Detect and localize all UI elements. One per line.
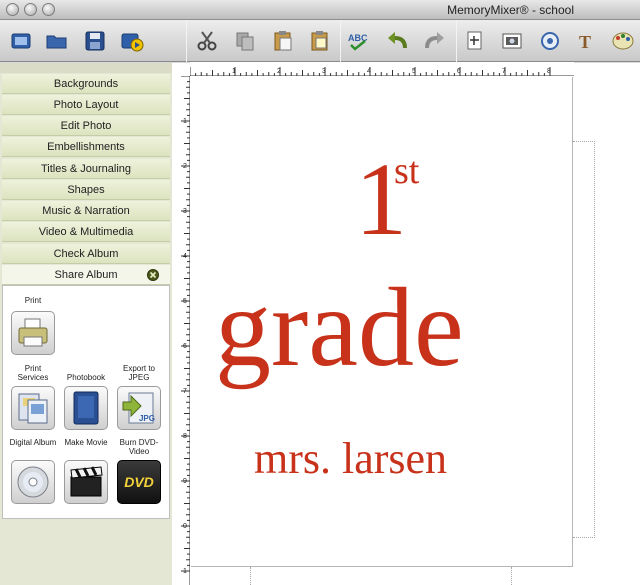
digital-album-label: Digital Album bbox=[9, 438, 57, 447]
ruler-label: 1 bbox=[183, 568, 187, 575]
print-services-label: Print Services bbox=[17, 364, 49, 382]
sidebar-item-share-album[interactable]: Share Album bbox=[2, 265, 170, 285]
ruler-label: 6 bbox=[183, 343, 187, 350]
clapperboard-icon[interactable] bbox=[64, 460, 108, 504]
open-folder-icon[interactable] bbox=[44, 28, 70, 54]
sidebar-item-embellishments[interactable]: Embellishments bbox=[2, 137, 170, 157]
print-label: Print bbox=[24, 296, 42, 305]
ruler-label: 4 bbox=[367, 68, 371, 75]
ruler-label: 7 bbox=[183, 388, 187, 395]
ruler-label: 1 bbox=[232, 68, 236, 75]
ruler-label: 5 bbox=[412, 68, 416, 75]
title-ordinal-text[interactable]: st bbox=[394, 152, 419, 190]
new-page-icon[interactable] bbox=[8, 28, 34, 54]
jpg-text: JPG bbox=[138, 414, 155, 423]
app-window: MemoryMixer® - school ABC T Backgrounds … bbox=[0, 0, 640, 585]
add-photo-icon[interactable] bbox=[500, 28, 526, 54]
ruler-label: 4 bbox=[183, 253, 187, 260]
digital-album-option[interactable]: Digital Album bbox=[9, 438, 57, 510]
horizontal-ruler: 1 2 3 4 5 6 7 8 bbox=[189, 62, 574, 76]
ruler-label: 3 bbox=[183, 208, 187, 215]
add-page-icon[interactable] bbox=[462, 28, 488, 54]
zoom-window-button[interactable] bbox=[42, 3, 55, 16]
ruler-label: 0 bbox=[183, 523, 187, 530]
photobook-option[interactable]: Photobook bbox=[61, 364, 111, 434]
ruler-label: 1 bbox=[183, 118, 187, 125]
sidebar-item-shapes[interactable]: Shapes bbox=[2, 180, 170, 200]
svg-text:T: T bbox=[579, 32, 591, 52]
ruler-label: 8 bbox=[547, 68, 551, 75]
sidebar-item-check-album[interactable]: Check Album bbox=[2, 244, 170, 264]
close-section-icon[interactable] bbox=[147, 269, 159, 281]
ruler-label: 3 bbox=[322, 68, 326, 75]
printer-icon[interactable] bbox=[11, 311, 55, 355]
preview-icon[interactable] bbox=[119, 28, 145, 54]
make-movie-label: Make Movie bbox=[64, 438, 108, 447]
window-title: MemoryMixer® - school bbox=[447, 3, 574, 17]
close-window-button[interactable] bbox=[6, 3, 19, 16]
dvd-icon[interactable]: DVD bbox=[117, 460, 161, 504]
ruler-label: 8 bbox=[183, 433, 187, 440]
sidebar-item-label: Share Album bbox=[54, 269, 118, 281]
share-album-panel: Print Print Services Photobook Export to… bbox=[2, 285, 170, 519]
sidebar-item-backgrounds[interactable]: Backgrounds bbox=[2, 74, 170, 94]
ruler-label: 6 bbox=[457, 68, 461, 75]
ruler-label: 9 bbox=[183, 478, 187, 485]
print-option[interactable]: Print bbox=[9, 296, 57, 356]
copy-icon[interactable] bbox=[232, 28, 258, 54]
minimize-window-button[interactable] bbox=[24, 3, 37, 16]
paste-icon[interactable] bbox=[270, 28, 296, 54]
ruler-label: 2 bbox=[183, 163, 187, 170]
burn-dvd-option[interactable]: Burn DVD-Video DVD bbox=[113, 438, 165, 510]
photobook-label: Photobook bbox=[66, 373, 106, 382]
vertical-ruler: 1 2 3 4 5 6 7 8 9 0 1 bbox=[175, 75, 190, 585]
photobook-icon[interactable] bbox=[64, 386, 108, 430]
sidebar-item-music-narration[interactable]: Music & Narration bbox=[2, 201, 170, 221]
export-jpeg-option[interactable]: Export to JPEG JPG bbox=[113, 364, 165, 434]
sidebar-item-edit-photo[interactable]: Edit Photo bbox=[2, 116, 170, 136]
page-bleed-outline bbox=[250, 567, 512, 585]
sidebar-item-photo-layout[interactable]: Photo Layout bbox=[2, 95, 170, 115]
save-icon[interactable] bbox=[82, 28, 108, 54]
print-services-option[interactable]: Print Services bbox=[9, 364, 57, 434]
make-movie-option[interactable]: Make Movie bbox=[61, 438, 111, 510]
toolbar: ABC T bbox=[0, 20, 640, 62]
disc-icon[interactable] bbox=[11, 460, 55, 504]
sidebar-item-video-multimedia[interactable]: Video & Multimedia bbox=[2, 222, 170, 242]
ruler-label: 2 bbox=[277, 68, 281, 75]
spell-check-icon[interactable]: ABC bbox=[346, 28, 372, 54]
teacher-name-text[interactable]: mrs. larsen bbox=[254, 437, 447, 481]
scissors-icon[interactable] bbox=[194, 28, 220, 54]
export-jpeg-label: Export to JPEG bbox=[122, 364, 155, 382]
dvd-text: DVD bbox=[124, 474, 154, 490]
embellishment-icon[interactable] bbox=[537, 28, 563, 54]
title-bar: MemoryMixer® - school bbox=[0, 0, 640, 20]
sidebar-header bbox=[0, 63, 172, 73]
burn-dvd-label: Burn DVD-Video bbox=[119, 438, 159, 456]
print-services-icon[interactable] bbox=[11, 386, 55, 430]
page-spread-outline bbox=[573, 141, 595, 538]
ruler-label: 5 bbox=[183, 298, 187, 305]
export-jpeg-icon[interactable]: JPG bbox=[117, 386, 161, 430]
text-icon[interactable]: T bbox=[574, 28, 600, 54]
undo-icon[interactable] bbox=[385, 28, 411, 54]
redo-icon[interactable] bbox=[421, 28, 447, 54]
paste-special-icon[interactable] bbox=[307, 28, 333, 54]
title-grade-text[interactable]: grade bbox=[215, 272, 464, 384]
ruler-label: 7 bbox=[502, 68, 506, 75]
sidebar-item-titles-journaling[interactable]: Titles & Journaling bbox=[2, 159, 170, 179]
color-palette-icon[interactable] bbox=[610, 28, 636, 54]
